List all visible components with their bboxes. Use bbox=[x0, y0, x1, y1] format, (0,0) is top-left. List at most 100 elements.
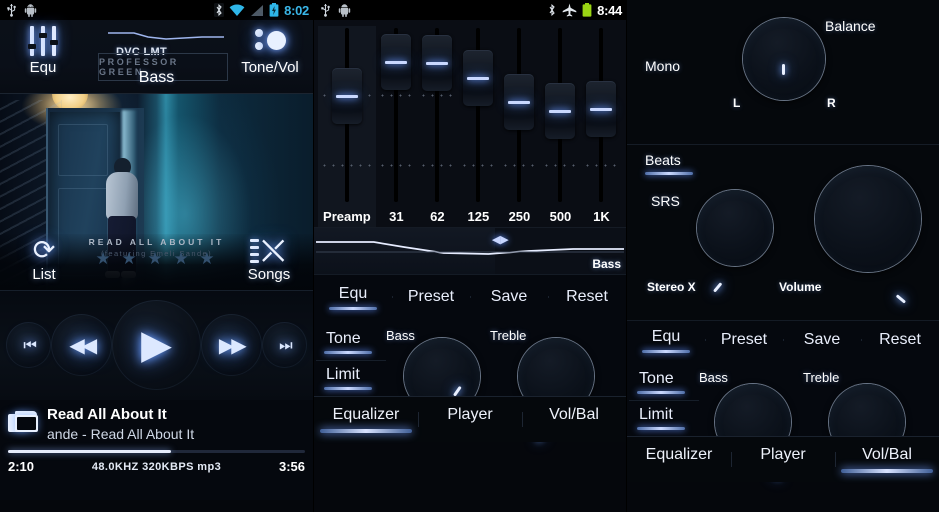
tone-tab[interactable]: Tone bbox=[635, 364, 695, 394]
usb-icon bbox=[321, 4, 330, 17]
tab-volbal[interactable]: Vol/Bal bbox=[835, 446, 939, 473]
airplane-mode-icon bbox=[562, 3, 577, 17]
boy-hoodie bbox=[106, 172, 138, 220]
track-overlay-info: READ ALL ABOUT IT (featuring Emeli Sande… bbox=[88, 234, 225, 269]
eq-band-label: 1K bbox=[593, 209, 610, 224]
previous-track-button[interactable]: ⏮ bbox=[6, 322, 52, 368]
equ-button[interactable]: Equ bbox=[0, 20, 86, 76]
bass-knob-label: Bass bbox=[386, 328, 415, 343]
preset-button[interactable]: Preset bbox=[392, 288, 470, 306]
eq-slider-thumb[interactable] bbox=[504, 74, 535, 130]
save-button[interactable]: Save bbox=[783, 331, 861, 349]
balance-knob[interactable] bbox=[743, 18, 825, 100]
tab-equalizer-label: Equalizer bbox=[645, 445, 713, 463]
eq-band-125[interactable]: 125 bbox=[458, 26, 499, 228]
tab-player[interactable]: Player bbox=[418, 406, 522, 433]
slider-ticks-low bbox=[320, 164, 374, 167]
tab-player[interactable]: Player bbox=[731, 446, 835, 473]
eq-band-1k[interactable]: 1K bbox=[581, 26, 622, 228]
eq-band-preamp[interactable]: Preamp bbox=[318, 26, 376, 228]
app-screenshot-triptych: 8:02 Equ DVC LMT PROFESSOR GREEN Bass To… bbox=[0, 0, 939, 512]
equalizer-sliders-icon bbox=[23, 26, 63, 56]
reset-button[interactable]: Reset bbox=[861, 331, 939, 349]
save-button[interactable]: Save bbox=[470, 288, 548, 306]
save-button-label: Save bbox=[803, 331, 841, 348]
balance-left-label: L bbox=[733, 96, 741, 110]
eq-slider-track-62[interactable] bbox=[417, 26, 458, 204]
eq-band-label: 500 bbox=[549, 209, 572, 224]
tone-side-tabs: Tone Limit bbox=[314, 324, 386, 396]
eq-band-250[interactable]: 250 bbox=[499, 26, 540, 228]
eq-slider-thumb[interactable] bbox=[422, 35, 453, 91]
equ-tab-label: Equ bbox=[338, 284, 368, 302]
eq-slider-track-31[interactable] bbox=[376, 26, 417, 204]
rating-stars[interactable]: ★ ★ ★ ★ ★ bbox=[88, 249, 225, 269]
eq-slider-thumb[interactable] bbox=[463, 50, 494, 106]
tab-equalizer[interactable]: Equalizer bbox=[627, 446, 731, 473]
eq-band-500[interactable]: 500 bbox=[540, 26, 581, 228]
eq-slider-thumb[interactable] bbox=[381, 34, 412, 90]
eq-slider-thumb[interactable] bbox=[331, 68, 362, 124]
equ-tab-button[interactable]: Equ bbox=[627, 328, 705, 353]
limit-tab[interactable]: Limit bbox=[629, 400, 699, 430]
eq-band-31[interactable]: 31 bbox=[376, 26, 417, 228]
preset-button[interactable]: Preset bbox=[705, 331, 783, 349]
seek-bar[interactable] bbox=[8, 450, 305, 453]
list-button-label: List bbox=[32, 266, 56, 283]
tone-tab[interactable]: Tone bbox=[322, 324, 382, 354]
eq-slider-thumb[interactable] bbox=[545, 83, 576, 139]
eq-band-label: 250 bbox=[508, 209, 531, 224]
reset-button[interactable]: Reset bbox=[548, 288, 626, 306]
tone-knobs: Bass Treble bbox=[382, 324, 626, 443]
eq-slider-thumb[interactable] bbox=[586, 81, 617, 137]
limit-tab-label: Limit bbox=[639, 406, 673, 423]
next-track-button[interactable]: ⏭ bbox=[261, 322, 307, 368]
now-playing-text: Read All About It ande - Read All About … bbox=[47, 406, 194, 442]
album-art[interactable]: ⟳ List READ ALL ABOUT IT (featuring Emel… bbox=[0, 94, 313, 290]
tab-volbal[interactable]: Vol/Bal bbox=[522, 406, 626, 433]
beats-label[interactable]: Beats bbox=[645, 152, 681, 168]
active-underline bbox=[642, 349, 690, 353]
mono-label[interactable]: Mono bbox=[645, 58, 680, 74]
stereo-x-knob[interactable] bbox=[697, 190, 773, 293]
eq-curve-graph bbox=[315, 241, 625, 255]
balance-right-label: R bbox=[827, 96, 836, 110]
eq-slider-track-250[interactable] bbox=[499, 26, 540, 204]
folder-icon[interactable] bbox=[8, 410, 38, 436]
list-button[interactable]: ⟳ List bbox=[0, 234, 88, 284]
now-playing-subtitle: ande - Read All About It bbox=[47, 426, 195, 442]
stereo-x-knob-indicator bbox=[710, 265, 736, 295]
eq-response-curve[interactable]: ◀▶ Bass bbox=[314, 228, 626, 274]
eq-band-62[interactable]: 62 bbox=[417, 26, 458, 228]
songs-button[interactable]: ⤬ Songs bbox=[225, 234, 313, 283]
tone-volume-knobs-icon bbox=[249, 26, 291, 56]
tone-vol-button[interactable]: Tone/Vol bbox=[227, 20, 313, 76]
treble-knob-label: Treble bbox=[490, 328, 527, 343]
volume-knob[interactable] bbox=[815, 166, 921, 304]
tab-equalizer-label: Equalizer bbox=[332, 405, 400, 423]
equ-tab-button[interactable]: Equ bbox=[314, 285, 392, 310]
transport-controls: ⏮ ◀◀ ▶ ▶▶ ⏭ bbox=[0, 290, 313, 400]
bottom-tab-bar-panel3: Equalizer Player Vol/Bal bbox=[627, 436, 939, 482]
usb-icon bbox=[7, 4, 16, 17]
fast-forward-button[interactable]: ▶▶ bbox=[200, 314, 262, 376]
limit-tab[interactable]: Limit bbox=[316, 360, 386, 390]
eq-slider-track-125[interactable] bbox=[458, 26, 499, 204]
eq-preset-buttons-panel3: Equ Preset Save Reset bbox=[627, 320, 939, 360]
tab-equalizer[interactable]: Equalizer bbox=[314, 406, 418, 433]
tab-volbal-label: Vol/Bal bbox=[862, 445, 912, 463]
status-bar-left-icons bbox=[6, 3, 37, 17]
time-info-row: 2:10 48.0KHZ 320KBPS mp3 3:56 bbox=[8, 459, 305, 474]
play-button[interactable]: ▶ bbox=[112, 300, 201, 390]
rewind-button[interactable]: ◀◀ bbox=[51, 314, 113, 376]
srs-label[interactable]: SRS bbox=[651, 193, 680, 209]
eq-slider-track-500[interactable] bbox=[540, 26, 581, 204]
total-duration: 3:56 bbox=[278, 459, 305, 474]
eq-slider-track-preamp[interactable] bbox=[318, 26, 376, 204]
panel-volume-balance: Mono Balance L R Beats SRS Stereo X Volu… bbox=[626, 0, 939, 512]
tab-active-underline bbox=[320, 428, 412, 433]
now-playing-row: Read All About It ande - Read All About … bbox=[8, 406, 305, 442]
curve-drag-arrows-icon[interactable]: ◀▶ bbox=[492, 233, 509, 246]
eq-slider-track-1k[interactable] bbox=[581, 26, 622, 204]
tab-player-label: Player bbox=[760, 445, 806, 463]
